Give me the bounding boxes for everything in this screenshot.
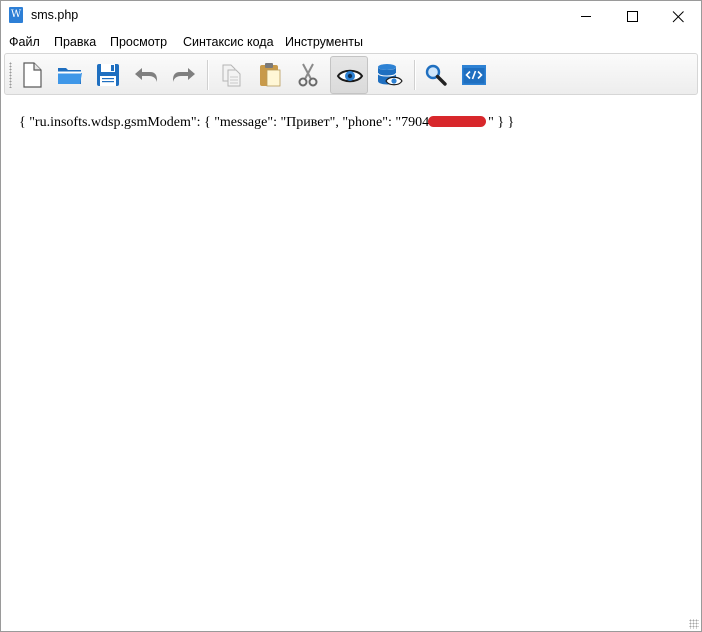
close-icon [672,11,684,23]
code-icon [462,65,486,85]
undo-icon [135,68,157,82]
code-text-after: " } } [488,115,515,130]
menu-file[interactable]: Файл [9,35,40,49]
copy-button[interactable] [213,56,251,94]
copy-icon [222,64,241,87]
resize-grip[interactable] [689,619,699,629]
code-button[interactable] [455,56,493,94]
toolbar-separator [414,60,416,90]
redo-icon [173,68,195,82]
view-button[interactable] [330,56,368,94]
app-window: W sms.php Файл Правка Просмотр Синтаксис… [0,0,702,632]
open-folder-button[interactable] [51,56,89,94]
new-file-button[interactable] [13,56,51,94]
menu-bar: Файл Правка Просмотр Синтаксис кода Инст… [1,31,701,53]
paste-button[interactable] [251,56,289,94]
menu-view[interactable]: Просмотр [110,35,167,49]
open-folder-icon [58,68,82,84]
app-icon: W [9,7,23,23]
toolbar-separator [207,60,209,90]
maximize-icon [627,11,638,22]
cut-icon [298,63,318,87]
text-editor[interactable]: { "ru.insofts.wdsp.gsmModem": { "message… [1,96,701,631]
view-icon [336,69,364,83]
undo-button[interactable] [127,56,165,94]
editor-content[interactable]: { "ru.insofts.wdsp.gsmModem": { "message… [19,115,514,131]
paste-icon [260,63,281,87]
new-file-icon [23,62,42,88]
minimize-button[interactable] [562,1,608,31]
code-text-before: { "ru.insofts.wdsp.gsmModem": { "message… [19,115,430,130]
toolbar [4,53,698,95]
close-button[interactable] [654,1,700,31]
toolbar-grip[interactable] [9,62,12,88]
search-icon [425,64,447,86]
menu-syntax[interactable]: Синтаксис кода [183,35,274,49]
redo-button[interactable] [165,56,203,94]
database-view-icon [377,64,403,86]
minimize-icon [581,16,591,17]
save-icon [97,64,119,86]
redaction-mark [428,116,487,127]
maximize-button[interactable] [608,1,654,31]
database-view-button[interactable] [370,56,408,94]
cut-button[interactable] [289,56,327,94]
title-bar[interactable]: W sms.php [1,1,701,31]
menu-edit[interactable]: Правка [54,35,96,49]
window-title: sms.php [31,8,79,22]
menu-tools[interactable]: Инструменты [285,35,363,49]
search-button[interactable] [417,56,455,94]
save-button[interactable] [89,56,127,94]
